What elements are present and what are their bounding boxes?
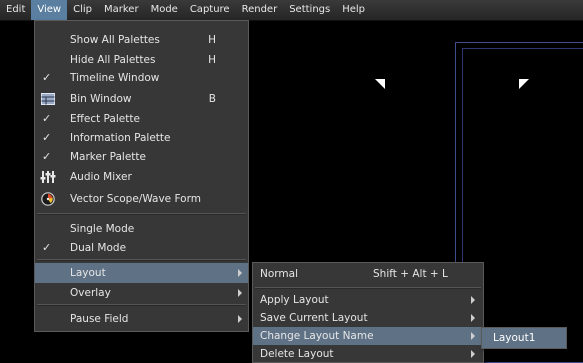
menu-item-accel: H — [208, 34, 216, 46]
bin-window-icon — [40, 91, 56, 107]
menu-mode[interactable]: Mode — [145, 0, 184, 20]
menu-item-single-mode[interactable]: Single Mode — [35, 219, 248, 239]
menu-settings[interactable]: Settings — [283, 0, 336, 20]
vector-scope-icon — [40, 191, 56, 207]
menu-item-label: Information Palette — [70, 132, 171, 144]
menu-item-label: Change Layout Name — [260, 330, 374, 342]
menu-item-information-palette[interactable]: ✓ Information Palette — [35, 128, 248, 148]
menu-item-label: Pause Field — [70, 313, 129, 325]
menu-item-label: Effect Palette — [70, 113, 140, 125]
menu-item-accel: Shift + Alt + L — [373, 268, 448, 280]
menu-item-label: Save Current Layout — [260, 312, 368, 324]
menu-item-dual-mode[interactable]: ✓ Dual Mode — [35, 238, 248, 258]
checkmark-icon: ✓ — [42, 131, 52, 144]
menu-item-change-layout-name[interactable]: Change Layout Name — [253, 327, 483, 345]
menu-item-pause-field[interactable]: Pause Field — [35, 309, 248, 329]
menu-item-label: Single Mode — [70, 223, 135, 235]
menu-item-label: Vector Scope/Wave Form — [70, 193, 201, 205]
layout-submenu: Normal Shift + Alt + L Apply Layout Save… — [252, 262, 484, 363]
menu-item-label: Normal — [260, 268, 298, 280]
menu-item-accel: H — [208, 54, 216, 66]
checkmark-icon: ✓ — [42, 150, 52, 163]
menu-item-bin-window[interactable]: Bin Window B — [35, 89, 248, 109]
submenu-arrow-icon — [471, 296, 475, 304]
menu-item-label: Timeline Window — [70, 72, 160, 84]
menu-item-audio-mixer[interactable]: Audio Mixer — [35, 167, 248, 187]
submenu-arrow-icon — [471, 314, 475, 322]
submenu-arrow-icon — [471, 332, 475, 340]
checkmark-icon: ✓ — [42, 71, 52, 84]
menu-item-label: Apply Layout — [260, 294, 329, 306]
menu-item-label: Show All Palettes — [70, 34, 160, 46]
menu-item-label: Bin Window — [70, 93, 132, 105]
menu-item-accel: B — [208, 93, 216, 105]
menu-separator — [37, 259, 246, 261]
menu-separator — [37, 304, 246, 306]
menu-item-layout1[interactable]: Layout1 — [482, 328, 566, 348]
menu-separator — [255, 287, 481, 289]
menu-edit[interactable]: Edit — [0, 0, 31, 20]
menu-item-layout[interactable]: Layout — [35, 263, 248, 283]
menu-item-label: Layout1 — [493, 332, 536, 344]
menu-separator — [37, 213, 246, 215]
checkmark-icon: ✓ — [42, 241, 52, 254]
menu-item-label: Hide All Palettes — [70, 54, 156, 66]
audio-mixer-icon — [40, 169, 56, 185]
menu-item-show-all-palettes[interactable]: Show All Palettes H — [35, 30, 248, 50]
recorder-monitor-marker-icon — [519, 79, 529, 89]
submenu-arrow-icon — [238, 289, 242, 297]
menu-item-delete-layout[interactable]: Delete Layout — [253, 345, 483, 363]
menu-item-overlay[interactable]: Overlay — [35, 283, 248, 303]
menu-item-timeline-window[interactable]: ✓ Timeline Window — [35, 68, 248, 88]
view-menu: Show All Palettes H Hide All Palettes H … — [34, 20, 249, 332]
menu-item-hide-all-palettes[interactable]: Hide All Palettes H — [35, 50, 248, 70]
menu-help[interactable]: Help — [336, 0, 371, 20]
menu-capture[interactable]: Capture — [184, 0, 236, 20]
menu-item-label: Delete Layout — [260, 348, 334, 360]
menu-item-label: Layout — [70, 267, 106, 279]
checkmark-icon: ✓ — [42, 112, 52, 125]
menu-marker[interactable]: Marker — [98, 0, 145, 20]
change-layout-name-submenu: Layout1 — [481, 327, 567, 349]
menu-item-label: Audio Mixer — [70, 171, 132, 183]
menu-item-label: Marker Palette — [70, 151, 146, 163]
submenu-arrow-icon — [471, 350, 475, 358]
submenu-arrow-icon — [238, 315, 242, 323]
menu-item-save-current-layout[interactable]: Save Current Layout — [253, 309, 483, 327]
menu-item-apply-layout[interactable]: Apply Layout — [253, 291, 483, 309]
menu-render[interactable]: Render — [236, 0, 284, 20]
player-monitor-marker-icon — [375, 79, 385, 89]
menu-item-marker-palette[interactable]: ✓ Marker Palette — [35, 147, 248, 167]
menu-item-effect-palette[interactable]: ✓ Effect Palette — [35, 109, 248, 129]
menu-item-label: Overlay — [70, 287, 111, 299]
menu-item-normal[interactable]: Normal Shift + Alt + L — [253, 265, 483, 283]
submenu-arrow-icon — [238, 269, 242, 277]
menu-clip[interactable]: Clip — [67, 0, 98, 20]
menu-view[interactable]: View — [31, 0, 68, 20]
menu-item-vector-scope[interactable]: Vector Scope/Wave Form — [35, 189, 248, 209]
menu-item-label: Dual Mode — [70, 242, 127, 254]
menu-bar: Edit View Clip Marker Mode Capture Rende… — [0, 0, 583, 21]
